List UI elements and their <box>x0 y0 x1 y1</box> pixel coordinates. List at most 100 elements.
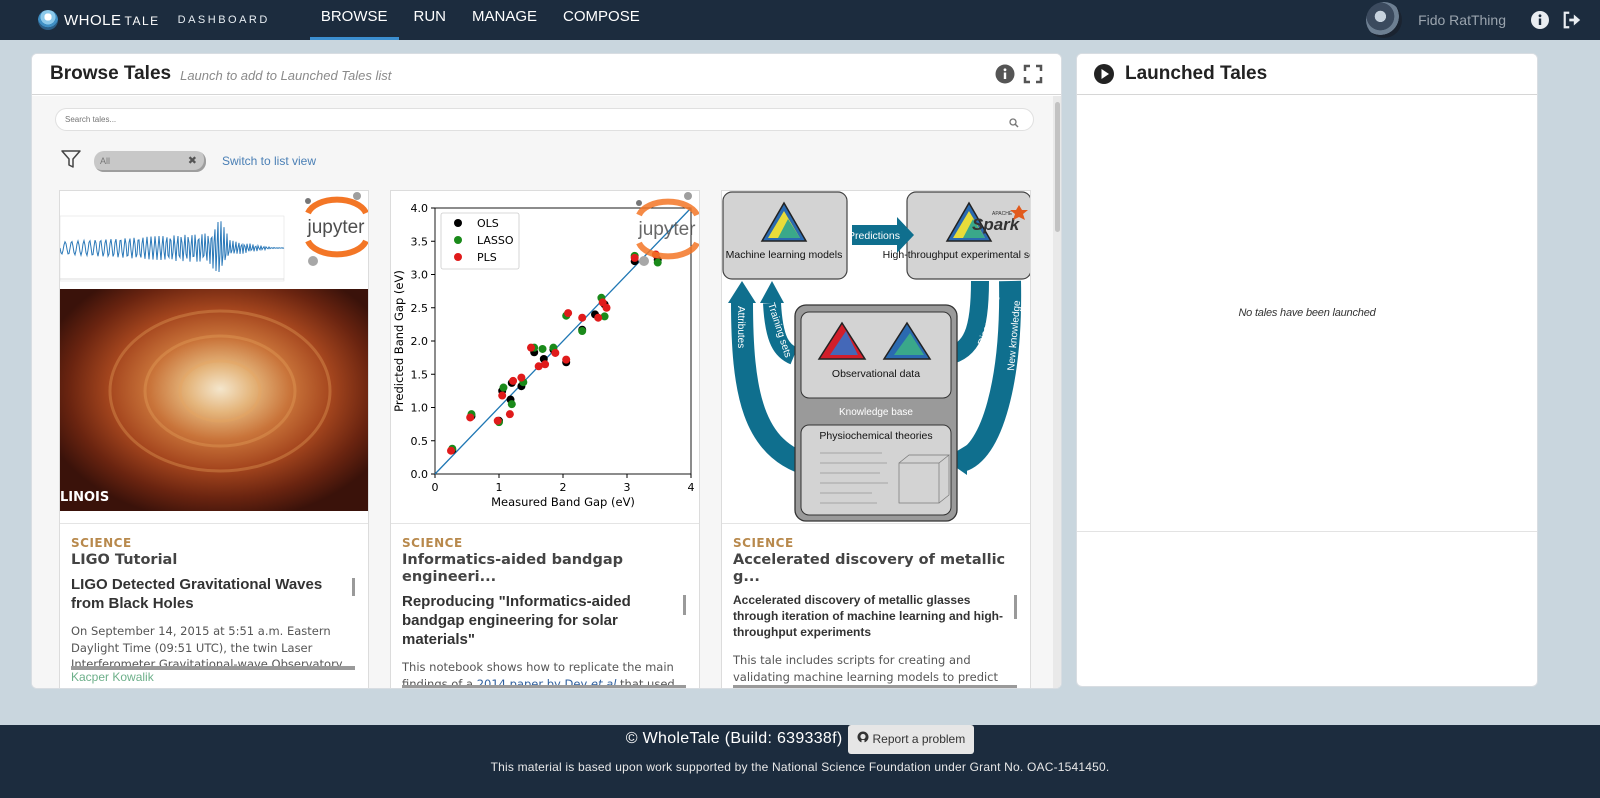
x-tick-label: 0 <box>432 481 439 494</box>
search-icon[interactable] <box>1009 115 1019 133</box>
description-h-scrollbar[interactable] <box>402 685 686 688</box>
x-tick-label: 2 <box>560 481 567 494</box>
svg-text:Attributes: Attributes <box>735 306 746 348</box>
description-heading: LIGO Detected Gravitational Waves from B… <box>71 576 323 612</box>
y-tick-label: 2.5 <box>411 302 429 315</box>
description-scrollbar[interactable] <box>352 578 355 596</box>
fullscreen-icon[interactable] <box>1023 64 1043 89</box>
svg-text:Machine learning models: Machine learning models <box>726 249 843 261</box>
data-point-pls <box>594 313 603 322</box>
data-point-lasso <box>578 327 587 336</box>
bandgap-scatter-chart: 0.0 0.5 1.0 1.5 2.0 2.5 3.0 3.5 4.0 0 1 2 3 4 jupyte… <box>392 192 699 509</box>
description-text: This tale includes scripts for creating … <box>733 653 999 684</box>
clear-filter-icon[interactable]: ✖ <box>188 151 197 172</box>
dashboard-label: DASHBOARD <box>177 14 270 26</box>
footer: © WholeTale (Build: 639338f) Report a pr… <box>0 724 1600 798</box>
report-problem-button[interactable]: Report a problem <box>847 724 975 754</box>
x-axis-label: Measured Band Gap (eV) <box>491 495 635 509</box>
data-point-pls <box>541 360 550 369</box>
tale-category: SCIENCE <box>733 536 794 550</box>
main-nav-links: BROWSE RUN MANAGE COMPOSE <box>308 0 653 40</box>
ml-workflow-diagram: Machine learning models APACHE Spark Hig… <box>722 191 1030 523</box>
top-nav: WHOLE TALE DASHBOARD BROWSE RUN MANAGE CO… <box>0 0 1600 40</box>
data-point-pls <box>562 355 571 364</box>
x-tick-label: 3 <box>624 481 631 494</box>
wholetale-logo[interactable]: WHOLE TALE DASHBOARD <box>38 0 270 40</box>
y-tick-label: 4.0 <box>411 202 429 215</box>
logo-wordmark: WHOLE TALE <box>64 11 160 29</box>
tale-category: SCIENCE <box>71 536 132 550</box>
wholetale-logo-icon <box>38 10 58 30</box>
legend-pls: PLS <box>477 251 497 264</box>
browse-tales-panel: Browse Tales Launch to add to Launched T… <box>31 53 1062 689</box>
data-point-pls <box>498 391 507 400</box>
tale-title: Informatics-aided bandgap engineeri... <box>402 552 623 585</box>
panel-title: Browse Tales <box>50 63 172 84</box>
nav-browse[interactable]: BROWSE <box>308 0 401 40</box>
legend-ols: OLS <box>477 217 499 230</box>
nav-compose[interactable]: COMPOSE <box>550 0 653 40</box>
user-name[interactable]: Fido RatThing <box>1418 12 1506 28</box>
funding-text: This material is based upon work support… <box>490 760 1110 774</box>
description-scrollbar[interactable] <box>1014 595 1017 619</box>
panel-title: Launched Tales <box>1125 63 1268 84</box>
svg-text:LINOIS: LINOIS <box>60 490 109 505</box>
nav-run[interactable]: RUN <box>401 0 460 40</box>
x-tick-label: 4 <box>688 481 695 494</box>
data-point-lasso <box>507 400 516 409</box>
svg-text:Knowledge base: Knowledge base <box>839 407 913 418</box>
tale-image: Machine learning models APACHE Spark Hig… <box>722 191 1030 523</box>
user-avatar[interactable] <box>1366 2 1403 38</box>
data-point-pls <box>447 446 455 455</box>
info-icon[interactable] <box>1530 10 1550 30</box>
search-bar <box>55 108 1034 131</box>
svg-text:jupyter: jupyter <box>306 217 365 238</box>
description-heading: Reproducing "Informatics-aided bandgap e… <box>402 593 631 648</box>
description-scrollbar[interactable] <box>683 595 686 615</box>
tale-category: SCIENCE <box>402 536 463 550</box>
tale-description: LIGO Detected Gravitational Waves from B… <box>71 575 355 670</box>
data-point-lasso <box>499 383 508 392</box>
search-input[interactable] <box>56 109 956 130</box>
play-circle-icon <box>1093 63 1115 85</box>
tale-author[interactable]: Kacper Kowalik <box>71 670 154 684</box>
svg-text:Physiochemical theories: Physiochemical theories <box>819 430 932 442</box>
svg-text:Predictions: Predictions <box>848 230 900 242</box>
tale-image: jupyter LINOIS <box>60 191 368 523</box>
y-tick-label: 3.0 <box>411 269 429 282</box>
launched-tales-panel: Launched Tales No tales have been launch… <box>1076 53 1538 687</box>
browse-scrollbar-thumb[interactable] <box>1055 102 1060 232</box>
tale-description: Reproducing "Informatics-aided bandgap e… <box>402 592 686 688</box>
svg-text:jupyter: jupyter <box>637 219 696 240</box>
divider <box>1077 531 1537 532</box>
data-point-pls <box>630 253 639 262</box>
filter-icon[interactable] <box>60 148 82 175</box>
logout-icon[interactable] <box>1562 10 1582 30</box>
data-point-pls <box>493 416 502 425</box>
info-icon[interactable] <box>995 64 1015 89</box>
panel-subtitle: Launch to add to Launched Tales list <box>180 68 392 83</box>
data-point-lasso <box>538 344 547 353</box>
data-point-pls <box>517 373 526 382</box>
tale-card-metallic-glasses[interactable]: Machine learning models APACHE Spark Hig… <box>721 190 1031 688</box>
svg-text:High-throughput experimental s: High-throughput experimental search <box>883 249 1030 261</box>
data-point-lasso <box>653 258 662 267</box>
tale-card-bandgap[interactable]: 0.0 0.5 1.0 1.5 2.0 2.5 3.0 3.5 4.0 0 1 2 3 4 jupyte… <box>390 190 700 688</box>
y-tick-label: 2.0 <box>411 335 429 348</box>
tale-card-ligo[interactable]: jupyter LINOIS SCIENCE LIGO Tutorial LIG… <box>59 190 369 688</box>
y-tick-label: 0.0 <box>411 468 429 481</box>
filter-chip[interactable]: All ✖ <box>94 150 206 172</box>
github-icon <box>857 725 869 754</box>
data-point-pls <box>509 376 518 385</box>
nav-manage[interactable]: MANAGE <box>459 0 550 40</box>
y-tick-label: 1.5 <box>411 368 429 381</box>
data-point-pls <box>602 303 611 312</box>
y-tick-label: 0.5 <box>411 435 429 448</box>
legend-lasso: LASSO <box>477 234 514 247</box>
x-tick-label: 1 <box>496 481 503 494</box>
data-point-pls <box>505 410 514 419</box>
chart-legend: OLS LASSO PLS <box>440 212 520 270</box>
switch-to-list-view-link[interactable]: Switch to list view <box>222 154 316 168</box>
description-h-scrollbar[interactable] <box>733 685 1017 688</box>
svg-text:Spark: Spark <box>972 215 1021 234</box>
